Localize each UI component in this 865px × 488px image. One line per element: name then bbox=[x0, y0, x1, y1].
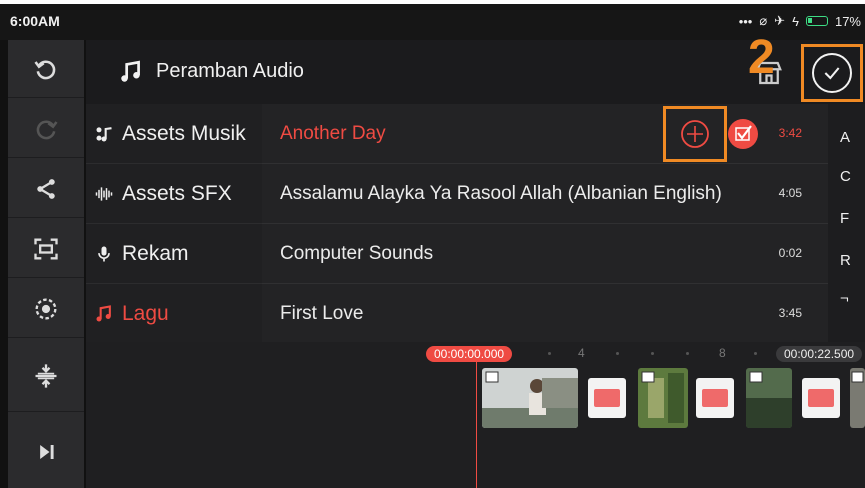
transition-icon[interactable] bbox=[802, 378, 840, 418]
confirm-button[interactable] bbox=[801, 44, 863, 102]
track-duration: 3:45 bbox=[778, 306, 802, 320]
index-letter[interactable]: A bbox=[840, 129, 850, 146]
category-sfx-assets[interactable]: Assets SFX bbox=[86, 164, 262, 224]
category-label: Rekam bbox=[122, 241, 189, 265]
add-track-button[interactable] bbox=[663, 106, 727, 162]
clip-thumbnail bbox=[482, 368, 578, 428]
video-clip[interactable] bbox=[850, 368, 865, 428]
category-music-assets[interactable]: Assets Musik bbox=[86, 104, 262, 164]
battery-level: 17% bbox=[834, 13, 861, 29]
index-letter[interactable]: C bbox=[840, 168, 851, 185]
plus-circle-icon bbox=[681, 120, 709, 148]
category-label: Lagu bbox=[122, 302, 169, 325]
sidebar bbox=[8, 40, 84, 488]
track-title: First Love bbox=[280, 303, 364, 324]
category-songs[interactable]: Lagu bbox=[86, 284, 262, 344]
redo-button[interactable] bbox=[8, 100, 84, 158]
skip-forward-icon bbox=[40, 445, 54, 459]
track-duration: 4:05 bbox=[778, 186, 802, 200]
annotation-number-2: 2 bbox=[748, 31, 775, 84]
transition-icon[interactable] bbox=[696, 378, 734, 418]
video-clip[interactable] bbox=[746, 368, 792, 428]
gear-icon bbox=[35, 298, 57, 319]
capture-button[interactable] bbox=[8, 220, 84, 278]
index-letter[interactable]: ¬ bbox=[840, 290, 849, 307]
split-icon bbox=[35, 363, 57, 388]
airplane-icon: ✈ bbox=[774, 13, 786, 28]
playhead[interactable] bbox=[476, 362, 477, 488]
split-button[interactable] bbox=[8, 340, 84, 412]
settings-button[interactable] bbox=[8, 280, 84, 338]
video-clip[interactable] bbox=[638, 368, 688, 428]
track-title: Another Day bbox=[280, 123, 386, 144]
track-row-selected[interactable]: Another Day 3:42 bbox=[262, 104, 828, 164]
battery-icon bbox=[805, 16, 828, 26]
dots-icon: ••• bbox=[738, 13, 753, 29]
category-label: Assets Musik bbox=[122, 121, 246, 145]
status-bar: 6:00AM ••• ⌀ ✈ ϟ 17% bbox=[0, 0, 865, 40]
microphone-icon bbox=[98, 246, 110, 261]
undo-button[interactable] bbox=[8, 40, 84, 98]
music-note-icon bbox=[96, 305, 111, 322]
selected-check-icon[interactable] bbox=[728, 119, 758, 149]
clip-thumbnail bbox=[746, 368, 792, 428]
share-button[interactable] bbox=[8, 160, 84, 218]
track-row[interactable]: Assalamu Alayka Ya Rasool Allah (Albania… bbox=[262, 164, 828, 224]
ruler-tick: 8 bbox=[719, 346, 726, 360]
track-title: Computer Sounds bbox=[280, 243, 434, 264]
video-clip[interactable] bbox=[482, 368, 578, 428]
capture-icon bbox=[34, 238, 58, 259]
share-icon bbox=[37, 178, 55, 199]
category-label: Assets SFX bbox=[122, 181, 232, 205]
category-list: Assets Musik Assets SFX Rekam Lagu bbox=[86, 104, 262, 342]
track-row[interactable]: First Love 3:45 bbox=[262, 284, 828, 344]
index-letter[interactable]: R bbox=[840, 252, 851, 269]
total-time: 00:00:22.500 bbox=[776, 346, 863, 362]
clip-thumbnail bbox=[638, 368, 688, 428]
page-title: Peramban Audio bbox=[156, 60, 304, 82]
no-alarm-icon: ⌀ bbox=[759, 13, 768, 28]
track-duration: 3:42 bbox=[778, 126, 802, 140]
transition-icon[interactable] bbox=[588, 378, 626, 418]
category-record[interactable]: Rekam bbox=[86, 224, 262, 284]
waveform-icon bbox=[95, 186, 113, 201]
redo-icon bbox=[36, 120, 58, 139]
current-time: 00:00:00.000 bbox=[426, 346, 513, 362]
timeline[interactable]: 00:00:00.000 4 8 00:00:22.500 bbox=[86, 342, 865, 488]
music-note-icon bbox=[121, 60, 140, 82]
undo-icon bbox=[34, 60, 56, 79]
index-letter[interactable]: F bbox=[840, 210, 849, 227]
status-time: 6:00AM bbox=[10, 13, 60, 29]
track-row[interactable]: Computer Sounds 0:02 bbox=[262, 224, 828, 284]
checkmark-icon bbox=[812, 53, 852, 93]
track-duration: 0:02 bbox=[778, 246, 802, 260]
charging-icon: ϟ bbox=[792, 13, 799, 29]
clip-thumbnail bbox=[850, 368, 865, 428]
track-title: Assalamu Alayka Ya Rasool Allah (Albania… bbox=[280, 183, 722, 204]
status-icons: ••• ⌀ ✈ ϟ 17% bbox=[739, 13, 861, 29]
track-list: Another Day 3:42 Assalamu Alayka Ya Raso… bbox=[262, 104, 828, 342]
ruler-tick: 4 bbox=[578, 346, 585, 360]
alphabet-index[interactable]: A C F R ¬ bbox=[828, 104, 865, 342]
music-assets-icon bbox=[96, 126, 112, 141]
play-to-end-button[interactable] bbox=[8, 416, 84, 488]
